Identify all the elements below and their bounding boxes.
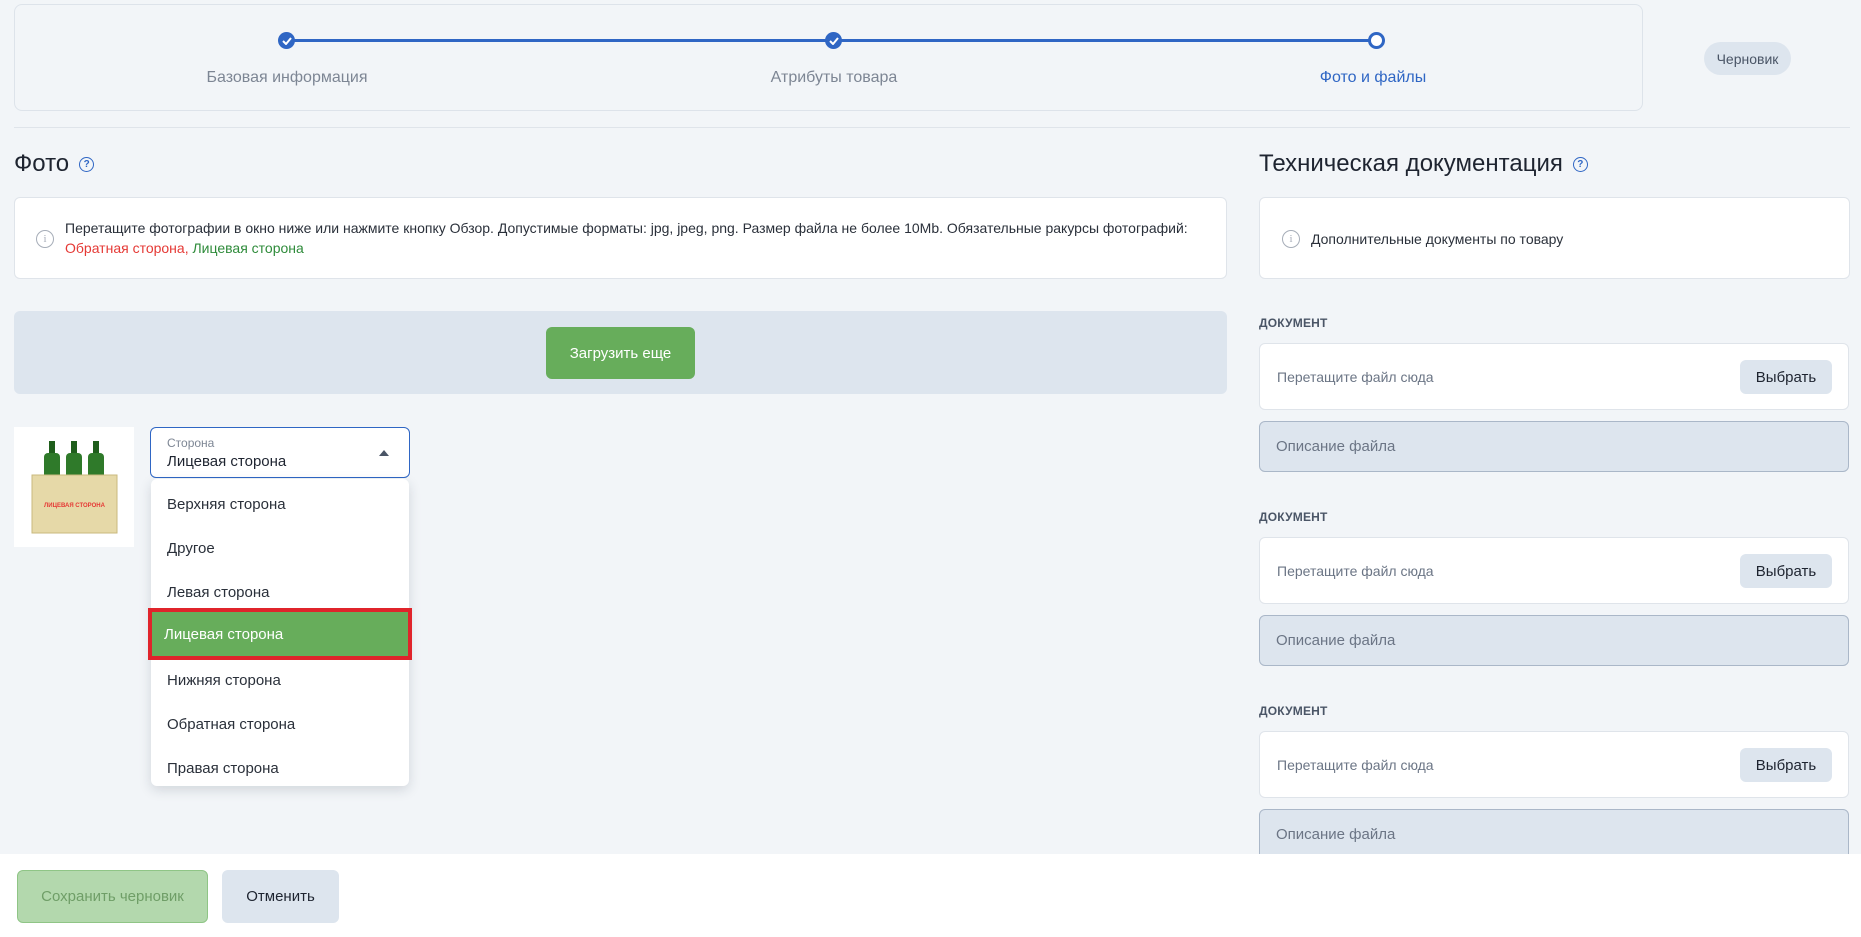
photo-thumbnail[interactable]: ЛИЦЕВАЯ СТОРОНА — [14, 427, 134, 547]
caret-up-icon — [379, 450, 389, 456]
help-icon[interactable]: ? — [1572, 156, 1588, 172]
file-drop-placeholder: Перетащите файл сюда — [1277, 757, 1434, 773]
choose-file-button[interactable]: Выбрать — [1740, 360, 1832, 394]
photo-section-title: Фото ? — [14, 150, 95, 178]
tech-docs-hint-text: Дополнительные документы по товару — [1311, 231, 1564, 247]
step-1-check-icon[interactable] — [278, 32, 295, 49]
tech-docs-section-title: Техническая документация ? — [1259, 150, 1588, 178]
required-back-side: Обратная сторона, — [65, 240, 189, 256]
upload-more-button[interactable]: Загрузить еще — [546, 327, 695, 379]
document-label: ДОКУМЕНТ — [1259, 510, 1328, 524]
tech-docs-hint-box: i Дополнительные документы по товару — [1259, 197, 1850, 279]
side-select-value: Лицевая сторона — [167, 453, 287, 470]
photo-upload-zone[interactable]: Загрузить еще — [14, 311, 1227, 394]
file-drop-placeholder: Перетащите файл сюда — [1277, 369, 1434, 385]
document-label: ДОКУМЕНТ — [1259, 316, 1328, 330]
hint-body: Перетащите фотографии в окно ниже или на… — [65, 220, 1188, 236]
info-icon: i — [36, 230, 54, 248]
option-other[interactable]: Другое — [151, 526, 409, 570]
bottle-pack-image: ЛИЦЕВАЯ СТОРОНА — [31, 441, 117, 534]
side-select-label: Сторона — [167, 436, 215, 450]
save-draft-button[interactable]: Сохранить черновик — [17, 870, 208, 923]
option-front-side[interactable]: Лицевая сторона — [148, 608, 412, 660]
step-label-photos-files[interactable]: Фото и файлы — [1320, 69, 1426, 87]
file-description-input[interactable]: Описание файла — [1259, 421, 1849, 472]
required-front-side: Лицевая сторона — [192, 240, 304, 256]
progress-stepper: Базовая информация Атрибуты товара Фото … — [14, 4, 1643, 111]
file-description-input[interactable]: Описание файла — [1259, 615, 1849, 666]
help-icon[interactable]: ? — [79, 156, 95, 172]
file-drop-zone[interactable]: Перетащите файл сюда Выбрать — [1259, 343, 1849, 410]
file-description-input[interactable]: Описание файла — [1259, 809, 1849, 860]
info-icon: i — [1282, 230, 1300, 248]
photo-hint-text: Перетащите фотографии в окно ниже или на… — [65, 218, 1195, 258]
thumbnail-caption: ЛИЦЕВАЯ СТОРОНА — [44, 503, 106, 509]
choose-file-button[interactable]: Выбрать — [1740, 748, 1832, 782]
status-badge: Черновик — [1704, 42, 1791, 75]
step-3-current-icon[interactable] — [1368, 32, 1385, 49]
choose-file-button[interactable]: Выбрать — [1740, 554, 1832, 588]
option-bottom-side[interactable]: Нижняя сторона — [151, 658, 409, 702]
option-top-side[interactable]: Верхняя сторона — [151, 482, 409, 526]
document-label: ДОКУМЕНТ — [1259, 704, 1328, 718]
file-drop-zone[interactable]: Перетащите файл сюда Выбрать — [1259, 731, 1849, 798]
file-drop-zone[interactable]: Перетащите файл сюда Выбрать — [1259, 537, 1849, 604]
photo-title-text: Фото — [14, 150, 70, 177]
tech-docs-title-text: Техническая документация — [1259, 150, 1563, 177]
step-2-check-icon[interactable] — [825, 32, 842, 49]
option-right-side[interactable]: Правая сторона — [151, 746, 409, 790]
step-connector — [286, 39, 833, 42]
option-back-side[interactable]: Обратная сторона — [151, 702, 409, 746]
cancel-button[interactable]: Отменить — [222, 870, 339, 923]
side-select[interactable]: Сторона Лицевая сторона — [150, 427, 410, 478]
divider — [14, 127, 1850, 128]
step-label-basic-info[interactable]: Базовая информация — [207, 69, 368, 87]
step-connector — [833, 39, 1377, 42]
step-label-attributes[interactable]: Атрибуты товара — [771, 69, 898, 87]
photo-hint-box: i Перетащите фотографии в окно ниже или … — [14, 197, 1227, 279]
file-drop-placeholder: Перетащите файл сюда — [1277, 563, 1434, 579]
side-dropdown-menu: Верхняя сторона Другое Левая сторона Лиц… — [148, 479, 412, 786]
